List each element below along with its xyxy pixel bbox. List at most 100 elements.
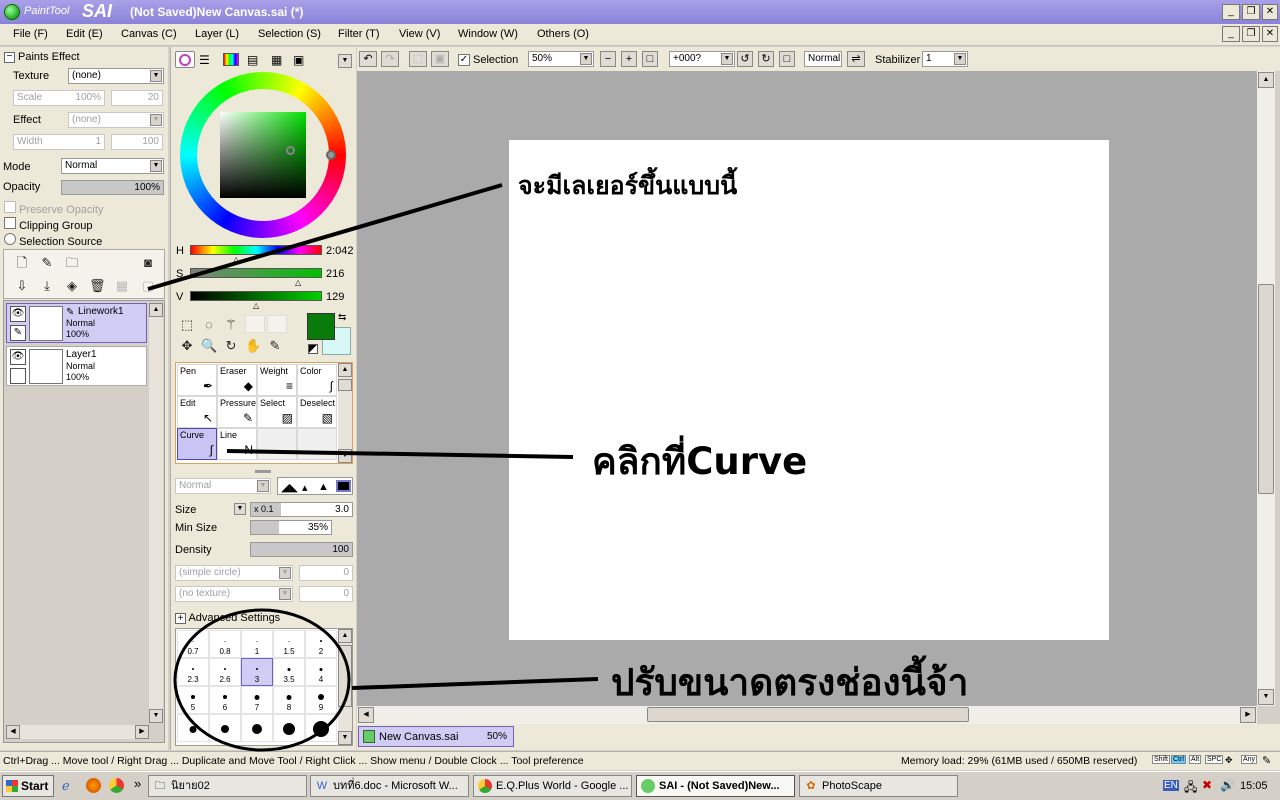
tool-pressure[interactable]: Pressure ✎ (217, 396, 257, 428)
brush-size-cell[interactable]: 3.5 (273, 658, 305, 686)
menu-others[interactable]: Others (O) (537, 28, 589, 40)
edge-hard-icon[interactable]: ▲ (318, 481, 329, 493)
menu-layer[interactable]: Layer (L) (195, 28, 239, 40)
brush-size-cell[interactable]: 0.7 (177, 630, 209, 658)
scroll-down-icon[interactable]: ▼ (338, 731, 352, 745)
swap-colors-icon[interactable]: ⇆ (338, 312, 346, 323)
task-word[interactable]: W บทที่6.doc - Microsoft W... (310, 775, 469, 797)
menu-selection[interactable]: Selection (S) (258, 28, 321, 40)
scroll-left-icon[interactable]: ◀ (6, 725, 20, 739)
zoom-select[interactable]: 50% ▼ (528, 51, 594, 67)
menu-filter[interactable]: Filter (T) (338, 28, 380, 40)
brush-size-cell[interactable]: 9 (305, 686, 337, 714)
scroll-right-icon[interactable]: ▶ (1240, 707, 1256, 723)
undo-icon[interactable]: ↶ (359, 51, 377, 67)
new-folder-icon[interactable]: 🗀 (64, 255, 80, 271)
eye-icon[interactable]: 👁 (10, 306, 26, 322)
clear-layer-icon[interactable]: ◈ (64, 278, 80, 294)
edge-medium-icon[interactable]: ▴ (302, 481, 308, 494)
task-photoscape[interactable]: ✿ PhotoScape (799, 775, 958, 797)
layer-lock-box[interactable] (10, 368, 26, 384)
tool-weight[interactable]: Weight ≡ (257, 364, 297, 396)
saturation-value-square[interactable] (220, 112, 306, 198)
security-alert-icon[interactable]: ✖ (1202, 778, 1212, 792)
ie-icon[interactable]: ℯ (62, 778, 70, 794)
brush-size-cell[interactable] (241, 714, 273, 742)
size-slider[interactable]: x 0.1 3.0 (250, 502, 353, 517)
canvas-viewport[interactable] (357, 71, 1257, 706)
layers-scrollbar[interactable]: ▲ ▼ (149, 303, 163, 723)
brush-size-cell[interactable]: 1 (241, 630, 273, 658)
layer-item-layer1[interactable]: 👁 Layer1 Normal 100% (6, 346, 147, 386)
tool-pen[interactable]: Pen ✒ (177, 364, 217, 396)
eye-icon[interactable]: 👁 (10, 349, 26, 365)
brush-size-cell[interactable] (209, 714, 241, 742)
panel-menu-icon[interactable]: ▼ (338, 54, 352, 68)
opacity-slider[interactable]: 100% (61, 180, 164, 195)
lasso-icon[interactable]: ◌ (201, 317, 217, 333)
delete-layer-icon[interactable]: 🗑 (89, 278, 106, 294)
stabilizer-select[interactable]: 1 ▼ (922, 51, 968, 67)
layers-hscrollbar[interactable]: ◀ ▶ (6, 725, 149, 739)
hand-icon[interactable]: ✋ (245, 338, 261, 354)
volume-icon[interactable]: 🔊 (1220, 778, 1235, 792)
rgb-slider-tab[interactable]: ☰ (199, 53, 210, 67)
canvas-page[interactable] (509, 140, 1109, 640)
scroll-right-icon[interactable]: ▶ (135, 725, 149, 739)
brush-size-cell[interactable]: 8 (273, 686, 305, 714)
brush-size-cell[interactable]: 0.8 (209, 630, 241, 658)
magic-wand-icon[interactable]: ⚚ (223, 317, 239, 333)
color-palette-tab[interactable] (223, 53, 239, 66)
move-icon[interactable]: ✥ (179, 338, 195, 354)
layer-mask-icon[interactable]: ◙ (140, 255, 156, 271)
tool-curve[interactable]: Curve ∫ (177, 428, 217, 460)
menu-file[interactable]: File (F) (13, 28, 48, 40)
brush-size-cell[interactable] (273, 714, 305, 742)
val-slider[interactable] (190, 291, 322, 301)
hue-cursor[interactable] (326, 150, 336, 160)
brush-size-cell[interactable] (177, 714, 209, 742)
preserve-opacity-checkbox[interactable]: Preserve Opacity (4, 201, 103, 216)
zoom-out-icon[interactable]: − (600, 51, 616, 67)
transfer-down-icon[interactable]: ⇩ (14, 278, 30, 294)
edge-soft-icon[interactable]: ◢◣ (281, 481, 298, 494)
rotate-right-icon[interactable]: ↻ (758, 51, 774, 67)
blend-mode-select[interactable]: Normal ▼ (61, 158, 164, 174)
size-multiplier-dropdown[interactable]: ▼ (234, 503, 246, 515)
rotate-left-icon[interactable]: ↺ (737, 51, 753, 67)
tool-color[interactable]: Color ∫ (297, 364, 337, 396)
brush-size-cell[interactable] (305, 714, 337, 742)
new-linework-layer-icon[interactable]: ✎ (39, 255, 55, 271)
color-wheel-tab[interactable] (175, 51, 195, 68)
brush-size-cell[interactable]: 6 (209, 686, 241, 714)
scroll-up-icon[interactable]: ▲ (338, 363, 352, 377)
firefox-icon[interactable] (86, 778, 101, 793)
network-icon[interactable]: 🖧 (1184, 778, 1197, 799)
scroll-up-icon[interactable]: ▲ (149, 303, 163, 317)
rect-select-icon[interactable]: ⬚ (179, 317, 195, 333)
zoom-reset-icon[interactable]: □ (642, 51, 658, 67)
task-folder[interactable]: 🗀 นิยาย02 (148, 775, 307, 797)
scroll-thumb[interactable] (338, 379, 352, 391)
scroll-down-icon[interactable]: ▼ (1258, 689, 1274, 705)
tool-select[interactable]: Select ▨ (257, 396, 297, 428)
scroll-down-icon[interactable]: ▼ (338, 449, 352, 463)
eyedropper-icon[interactable]: ✎ (267, 338, 283, 354)
rotate-reset-icon[interactable]: □ (779, 51, 795, 67)
sat-slider[interactable] (190, 268, 322, 278)
selection-checkbox[interactable]: ✓ (458, 54, 470, 66)
task-sai[interactable]: SAI - (Not Saved)New... (636, 775, 795, 797)
edge-sharp-icon[interactable] (336, 480, 351, 492)
brush-size-cell[interactable]: 1.5 (273, 630, 305, 658)
brush-size-cell[interactable]: 5 (177, 686, 209, 714)
vscroll-thumb[interactable] (1258, 284, 1274, 494)
layer-item-linework1[interactable]: 👁 ✎ ✎ Linework1 Normal 100% (6, 303, 147, 343)
task-chrome[interactable]: E.Q.Plus World - Google ... (473, 775, 632, 797)
start-button[interactable]: Start (2, 775, 54, 797)
scroll-thumb[interactable] (338, 645, 352, 707)
brush-scrollbar[interactable]: ▲ ▼ (338, 629, 352, 745)
rotate-icon[interactable]: ↻ (223, 338, 239, 354)
clipping-group-checkbox[interactable]: Clipping Group (4, 217, 92, 232)
brush-size-cell[interactable]: 4 (305, 658, 337, 686)
doc-minimize-button[interactable]: _ (1222, 26, 1240, 42)
